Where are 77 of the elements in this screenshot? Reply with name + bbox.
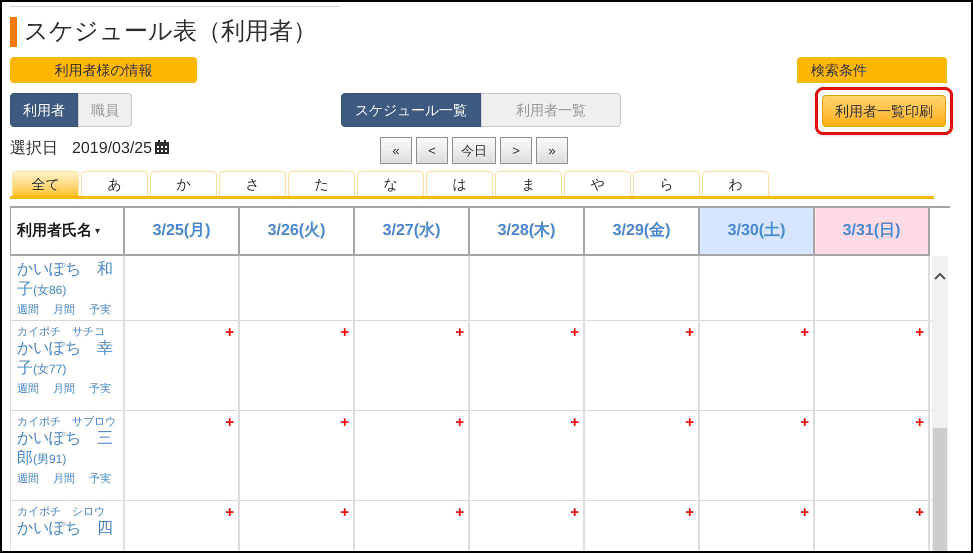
- schedule-link[interactable]: 予実: [89, 381, 111, 398]
- add-button[interactable]: +: [455, 505, 464, 520]
- schedule-link[interactable]: 週間: [17, 471, 39, 488]
- scrollbar-thumb[interactable]: [933, 428, 947, 551]
- kana-tab[interactable]: さ: [219, 171, 286, 196]
- name-reading: カイポチ サブロウ: [17, 415, 117, 429]
- toggle-tab[interactable]: 利用者: [10, 93, 78, 127]
- date-value: 2019/03/25: [72, 138, 152, 158]
- calendar-icon[interactable]: [155, 140, 170, 154]
- add-button[interactable]: +: [570, 505, 579, 520]
- kana-tab[interactable]: わ: [702, 171, 769, 196]
- add-button[interactable]: +: [570, 415, 579, 430]
- user-name[interactable]: かいぽち 四: [17, 519, 121, 539]
- kana-tab[interactable]: た: [288, 171, 355, 196]
- toggle-tab[interactable]: 職員: [78, 93, 132, 127]
- name-reading: カイポチ サチコ: [17, 325, 106, 339]
- add-button[interactable]: +: [685, 325, 694, 340]
- day-header: 3/25(月): [125, 208, 240, 256]
- add-button[interactable]: +: [915, 325, 924, 340]
- user-name[interactable]: かいぽち 和子(女86): [17, 260, 121, 300]
- name-reading: カイポチ シロウ: [17, 505, 106, 519]
- nav-button[interactable]: 今日: [452, 137, 496, 164]
- schedule-link[interactable]: 予実: [89, 471, 111, 488]
- nav-button[interactable]: >: [500, 137, 532, 164]
- user-name[interactable]: かいぽち 三郎(男91): [17, 429, 121, 469]
- add-button[interactable]: +: [455, 325, 464, 340]
- add-button[interactable]: +: [340, 325, 349, 340]
- day-header: 3/31(日): [815, 208, 930, 256]
- toggle-tab[interactable]: 利用者一覧: [481, 93, 621, 127]
- add-button[interactable]: +: [800, 505, 809, 520]
- section-header: 利用者様の情報: [10, 57, 197, 83]
- day-header: 3/26(火): [240, 208, 355, 256]
- nav-button[interactable]: <: [416, 137, 448, 164]
- day-header: 3/29(金): [585, 208, 700, 256]
- add-button[interactable]: +: [800, 325, 809, 340]
- add-button[interactable]: +: [340, 505, 349, 520]
- day-header: 3/28(木): [470, 208, 585, 256]
- print-button[interactable]: 利用者一覧印刷: [822, 95, 946, 127]
- schedule-link[interactable]: 月間: [53, 471, 75, 488]
- column-header[interactable]: 利用者氏名: [17, 220, 92, 242]
- day-header: 3/27(水): [355, 208, 470, 256]
- schedule-link[interactable]: 週間: [17, 302, 39, 318]
- date-label: 選択日: [10, 138, 58, 158]
- kana-tab[interactable]: ら: [633, 171, 700, 196]
- user-name[interactable]: かいぽち 幸子(女77): [17, 339, 121, 379]
- schedule-link[interactable]: 月間: [53, 302, 75, 318]
- day-header: 3/30(土): [700, 208, 815, 256]
- schedule-link[interactable]: 月間: [53, 381, 75, 398]
- nav-button[interactable]: »: [536, 137, 568, 164]
- kana-tab[interactable]: な: [357, 171, 424, 196]
- title-accent-bar: [10, 17, 17, 47]
- kana-tab[interactable]: や: [564, 171, 631, 196]
- nav-button[interactable]: «: [380, 137, 412, 164]
- schedule-link[interactable]: 週間: [17, 381, 39, 398]
- add-button[interactable]: +: [455, 415, 464, 430]
- add-button[interactable]: +: [915, 415, 924, 430]
- scroll-up-icon[interactable]: [934, 272, 946, 280]
- section-header: 検索条件: [797, 57, 947, 83]
- kana-tab[interactable]: 全て: [12, 171, 79, 196]
- add-button[interactable]: +: [340, 415, 349, 430]
- add-button[interactable]: +: [225, 415, 234, 430]
- toggle-tab[interactable]: スケジュール一覧: [341, 93, 481, 127]
- kana-tab[interactable]: は: [426, 171, 493, 196]
- scrollbar[interactable]: [932, 256, 948, 551]
- add-button[interactable]: +: [225, 325, 234, 340]
- add-button[interactable]: +: [570, 325, 579, 340]
- sort-caret-icon[interactable]: ▾: [95, 224, 100, 238]
- add-button[interactable]: +: [800, 415, 809, 430]
- kana-tab[interactable]: か: [150, 171, 217, 196]
- schedule-link[interactable]: 予実: [89, 302, 111, 318]
- page-title: スケジュール表（利用者）: [24, 20, 317, 44]
- add-button[interactable]: +: [915, 505, 924, 520]
- add-button[interactable]: +: [685, 415, 694, 430]
- kana-tab[interactable]: ま: [495, 171, 562, 196]
- add-button[interactable]: +: [225, 505, 234, 520]
- add-button[interactable]: +: [685, 505, 694, 520]
- kana-tab[interactable]: あ: [81, 171, 148, 196]
